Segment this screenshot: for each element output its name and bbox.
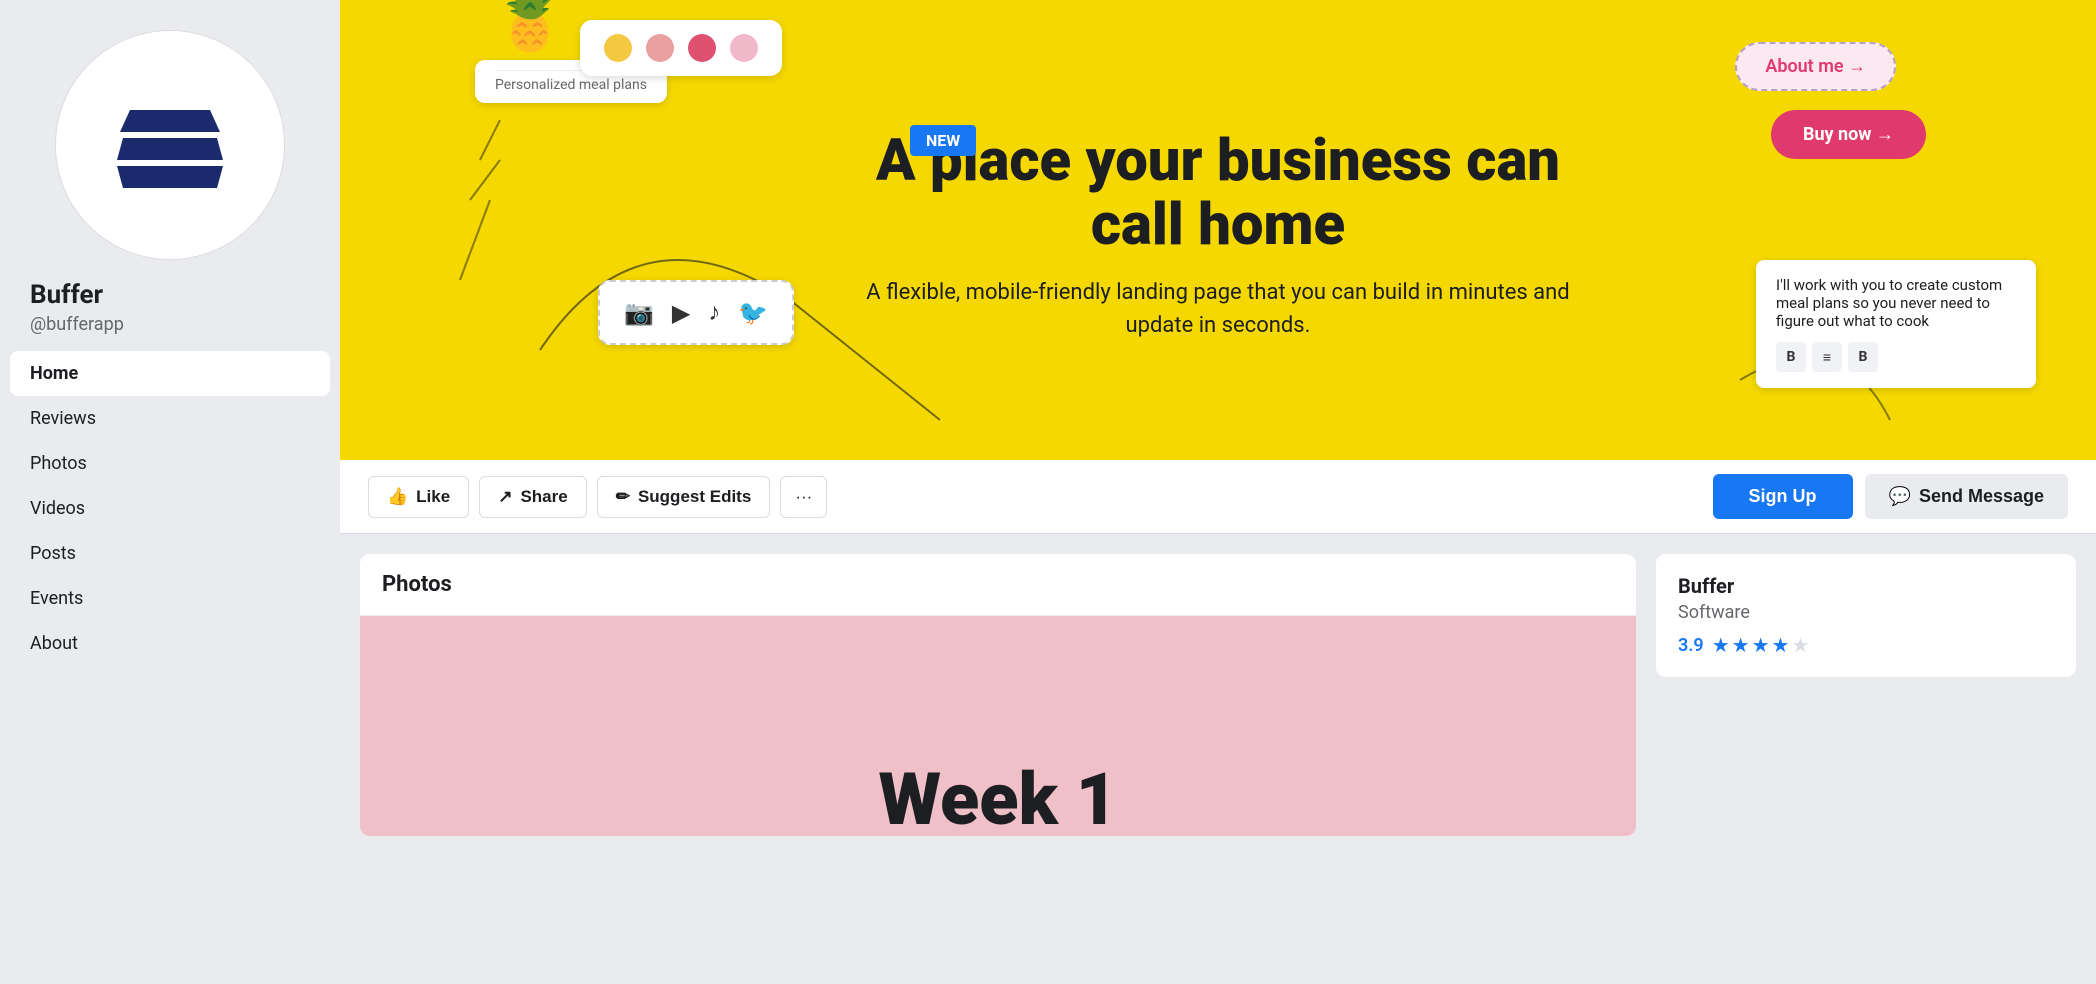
action-buttons-left: 👍 Like ↗ Share ✏ Suggest Edits ··· <box>368 476 827 518</box>
cover-headline: A place your business can call home A fl… <box>843 130 1593 342</box>
suggest-edits-button[interactable]: ✏ Suggest Edits <box>597 476 771 518</box>
like-button[interactable]: 👍 Like <box>368 476 469 518</box>
rating-row: 3.9 ★ ★ ★ ★ ★ <box>1678 633 2054 657</box>
info-card-name: Buffer <box>1678 574 2054 598</box>
sidebar-item-photos[interactable]: Photos <box>10 441 330 486</box>
page-handle: @bufferapp <box>30 314 124 335</box>
share-label: Share <box>520 487 567 507</box>
send-message-button[interactable]: 💬 Send Message <box>1865 474 2068 519</box>
share-button[interactable]: ↗ Share <box>479 476 587 518</box>
page-name: Buffer <box>30 280 103 310</box>
tiktok-icon: ♪ <box>708 298 720 327</box>
dot-pink <box>730 34 758 62</box>
toolbar-bold[interactable]: B <box>1776 342 1806 372</box>
sidebar-item-about[interactable]: About <box>10 621 330 666</box>
rating-number: 3.9 <box>1678 635 1704 656</box>
cover-subtitle: A flexible, mobile-friendly landing page… <box>843 276 1593 342</box>
info-sidebar: Buffer Software 3.9 ★ ★ ★ ★ ★ <box>1656 554 2076 677</box>
dots-card <box>580 20 782 76</box>
action-buttons-right: Sign Up 💬 Send Message <box>1713 474 2068 519</box>
content-area: Photos Week 1 Buffer Software 3.9 ★ ★ ★ <box>340 534 2096 856</box>
week-text: Week 1 <box>879 764 1118 836</box>
action-bar: 👍 Like ↗ Share ✏ Suggest Edits ··· Sign … <box>340 460 2096 534</box>
send-message-label: Send Message <box>1919 486 2044 507</box>
meal-text-content: I'll work with you to create custom meal… <box>1776 276 2016 330</box>
info-card: Buffer Software 3.9 ★ ★ ★ ★ ★ <box>1656 554 2076 677</box>
nav-list: Home Reviews Photos Videos Posts Events … <box>0 351 340 666</box>
star-5: ★ <box>1791 633 1809 657</box>
photos-section: Photos Week 1 <box>360 554 1636 836</box>
star-3: ★ <box>1752 633 1770 657</box>
more-button[interactable]: ··· <box>780 476 827 518</box>
like-label: Like <box>416 487 450 507</box>
star-rating: ★ ★ ★ ★ ★ <box>1712 633 1810 657</box>
dot-red <box>688 34 716 62</box>
buy-now-button[interactable]: Buy now → <box>1771 110 1926 159</box>
instagram-icon: 📷 <box>624 299 654 327</box>
toolbar-extra[interactable]: B <box>1848 342 1878 372</box>
buffer-logo-svg <box>115 100 225 190</box>
dot-salmon <box>646 34 674 62</box>
sign-up-button[interactable]: Sign Up <box>1713 474 1853 519</box>
cover-area: 🍍 Personalized meal plans NEW A place yo… <box>340 0 2096 460</box>
twitter-icon: 🐦 <box>738 299 768 327</box>
logo <box>115 100 225 190</box>
main-content: 🍍 Personalized meal plans NEW A place yo… <box>340 0 2096 856</box>
star-2: ★ <box>1732 633 1750 657</box>
dot-yellow <box>604 34 632 62</box>
star-1: ★ <box>1712 633 1730 657</box>
meal-text-toolbar: B ≡ B <box>1776 342 2016 372</box>
sidebar-item-events[interactable]: Events <box>10 576 330 621</box>
star-4: ★ <box>1772 633 1790 657</box>
sidebar-item-videos[interactable]: Videos <box>10 486 330 531</box>
photos-header: Photos <box>360 554 1636 616</box>
youtube-icon: ▶ <box>672 299 690 327</box>
info-card-category: Software <box>1678 602 2054 623</box>
suggest-edits-label: Suggest Edits <box>638 487 751 507</box>
sidebar-item-home[interactable]: Home <box>10 351 330 396</box>
edit-icon: ✏ <box>616 487 630 507</box>
share-icon: ↗ <box>498 487 512 507</box>
fruit-decoration: 🍍 <box>490 0 570 55</box>
about-me-button[interactable]: About me → <box>1735 42 1896 91</box>
toolbar-align[interactable]: ≡ <box>1812 342 1842 372</box>
new-badge: NEW <box>910 125 976 156</box>
sidebar: Buffer @bufferapp Home Reviews Photos Vi… <box>0 0 340 984</box>
avatar <box>55 30 285 260</box>
sidebar-item-posts[interactable]: Posts <box>10 531 330 576</box>
photos-preview: Week 1 <box>360 616 1636 836</box>
sidebar-item-reviews[interactable]: Reviews <box>10 396 330 441</box>
meal-text-card: I'll work with you to create custom meal… <box>1756 260 2036 388</box>
social-card: 📷 ▶ ♪ 🐦 <box>598 280 794 345</box>
messenger-icon: 💬 <box>1889 486 1911 507</box>
like-icon: 👍 <box>387 487 408 507</box>
